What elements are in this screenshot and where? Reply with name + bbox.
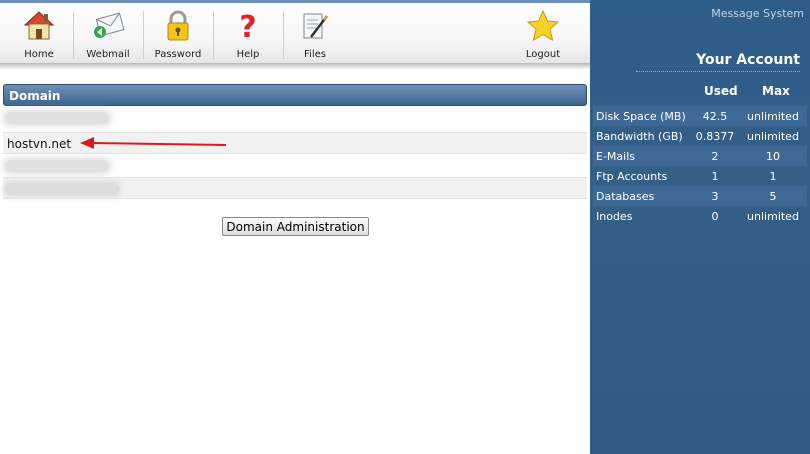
toolbar-label-webmail: Webmail bbox=[86, 49, 130, 60]
webmail-icon bbox=[90, 8, 126, 44]
usage-label: Bandwidth (GB) bbox=[596, 129, 683, 143]
usage-used: 2 bbox=[691, 146, 739, 166]
toolbar-label-files: Files bbox=[304, 49, 326, 60]
toolbar-divider bbox=[143, 11, 144, 59]
redacted-domain bbox=[5, 183, 119, 195]
usage-row: Disk Space (MB) 42.5 unlimited bbox=[593, 106, 807, 126]
home-button[interactable]: Home bbox=[14, 8, 64, 62]
webmail-button[interactable]: Webmail bbox=[82, 8, 134, 62]
usage-max: 10 bbox=[739, 146, 807, 166]
toolbar-divider bbox=[283, 11, 284, 59]
star-icon bbox=[525, 8, 561, 44]
usage-used: 1 bbox=[711, 169, 719, 183]
message-system-link[interactable]: Message System bbox=[711, 7, 804, 20]
usage-used: 0.8377 bbox=[695, 129, 735, 143]
your-account-title: Your Account bbox=[696, 52, 800, 68]
usage-label: Databases bbox=[593, 186, 691, 206]
toolbar-label-help: Help bbox=[236, 49, 260, 60]
domain-row[interactable] bbox=[3, 155, 587, 177]
usage-label: Disk Space (MB) bbox=[593, 106, 691, 126]
usage-label: Ftp Accounts bbox=[596, 169, 668, 183]
usage-max: unlimited bbox=[739, 106, 807, 126]
main-toolbar: Home Webmail Password ? Help Files Logou… bbox=[0, 3, 590, 63]
usage-label: Inodes bbox=[596, 209, 633, 223]
toolbar-shadow bbox=[0, 63, 590, 70]
usage-row: Ftp Accounts 1 1 bbox=[593, 166, 807, 186]
usage-max: unlimited bbox=[747, 209, 799, 223]
files-button[interactable]: Files bbox=[292, 8, 338, 62]
home-icon bbox=[21, 8, 57, 44]
usage-max: unlimited bbox=[747, 129, 799, 143]
files-icon bbox=[297, 8, 333, 44]
usage-used: 42.5 bbox=[691, 106, 739, 126]
toolbar-divider bbox=[213, 11, 214, 59]
toolbar-label-password: Password bbox=[154, 49, 202, 60]
annotation-arrow bbox=[80, 137, 227, 149]
toolbar-divider bbox=[73, 11, 74, 59]
account-panel: Message System Your Account Used Max Dis… bbox=[590, 0, 810, 454]
usage-row: Inodes 0 unlimited bbox=[593, 206, 807, 226]
domain-name[interactable]: hostvn.net bbox=[7, 137, 71, 151]
toolbar-label-home: Home bbox=[24, 49, 54, 60]
column-header-used: Used bbox=[704, 84, 738, 98]
redacted-domain bbox=[5, 112, 109, 124]
logout-button[interactable]: Logout bbox=[520, 8, 566, 62]
redacted-domain bbox=[5, 160, 109, 172]
usage-max: 1 bbox=[769, 169, 777, 183]
domain-list-header: Domain bbox=[3, 84, 587, 106]
usage-used: 3 bbox=[691, 186, 739, 206]
toolbar-label-logout: Logout bbox=[525, 49, 561, 60]
title-divider bbox=[636, 71, 800, 72]
domain-header-label: Domain bbox=[9, 89, 61, 103]
question-icon: ? bbox=[230, 8, 266, 44]
usage-used: 0 bbox=[711, 209, 719, 223]
help-button[interactable]: ? Help bbox=[222, 8, 274, 62]
domain-administration-button[interactable]: Domain Administration bbox=[222, 217, 369, 236]
usage-label: E-Mails bbox=[593, 146, 691, 166]
domain-row[interactable] bbox=[3, 177, 587, 199]
column-header-max: Max bbox=[762, 84, 790, 98]
usage-table: Disk Space (MB) 42.5 unlimited Bandwidth… bbox=[593, 106, 807, 226]
domain-row[interactable] bbox=[3, 107, 587, 129]
usage-max: 5 bbox=[739, 186, 807, 206]
svg-text:?: ? bbox=[239, 10, 256, 44]
usage-row: E-Mails 2 10 bbox=[593, 146, 807, 166]
usage-row: Databases 3 5 bbox=[593, 186, 807, 206]
usage-row: Bandwidth (GB) 0.8377 unlimited bbox=[593, 126, 807, 146]
password-button[interactable]: Password bbox=[152, 8, 204, 62]
lock-icon bbox=[160, 8, 196, 44]
